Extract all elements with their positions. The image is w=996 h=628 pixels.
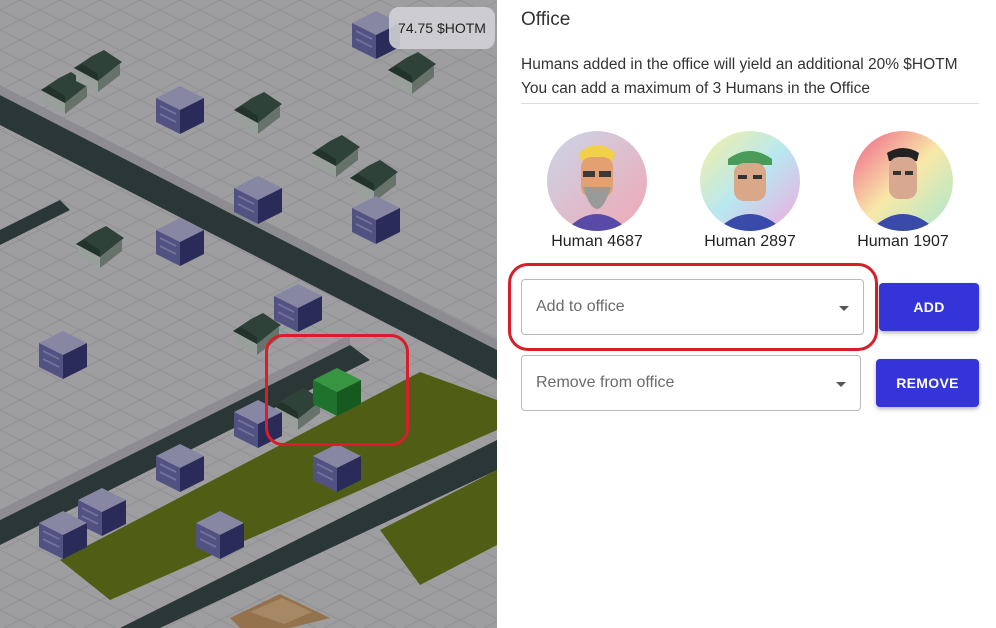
human-card-1[interactable]: Human 4687 xyxy=(532,131,662,251)
description-line-1: Humans added in the office will yield an… xyxy=(521,56,958,73)
chevron-down-icon xyxy=(839,306,849,311)
add-to-office-select[interactable]: Add to office xyxy=(521,279,864,335)
balance-badge: 74.75 $HOTM xyxy=(389,7,495,49)
map-dim-overlay xyxy=(0,0,497,628)
human-card-3[interactable]: Human 1907 xyxy=(838,131,968,251)
bearded-human-avatar-icon xyxy=(547,131,647,231)
description-line-2: You can add a maximum of 3 Humans in the… xyxy=(521,80,870,97)
office-panel: Office Humans added in the office will y… xyxy=(497,0,996,628)
city-map[interactable]: 74.75 $HOTM xyxy=(0,0,497,628)
chevron-down-icon xyxy=(836,382,846,387)
human-avatar-icon xyxy=(853,131,953,231)
human-label: Human 4687 xyxy=(551,233,643,250)
selected-building-highlight xyxy=(265,334,409,446)
add-select-placeholder: Add to office xyxy=(536,298,625,315)
human-card-2[interactable]: Human 2897 xyxy=(685,131,815,251)
office-description: Humans added in the office will yield an… xyxy=(521,53,979,104)
add-button[interactable]: ADD xyxy=(879,283,979,331)
remove-select-placeholder: Remove from office xyxy=(536,374,675,391)
human-label: Human 1907 xyxy=(857,233,949,250)
panel-title: Office xyxy=(521,9,571,30)
remove-button[interactable]: REMOVE xyxy=(876,359,979,407)
human-label: Human 2897 xyxy=(704,233,796,250)
capped-human-avatar-icon xyxy=(700,131,800,231)
remove-from-office-select[interactable]: Remove from office xyxy=(521,355,861,411)
